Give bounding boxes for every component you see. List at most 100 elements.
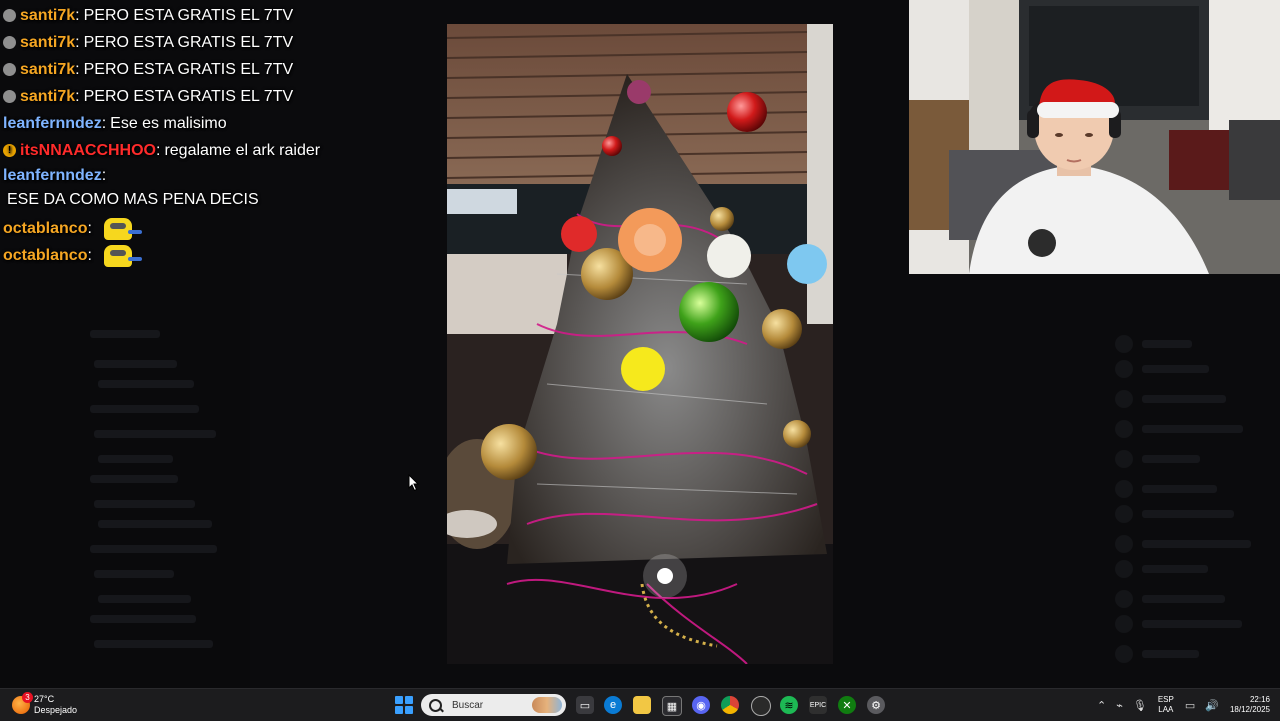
ghost-list-item — [90, 330, 160, 338]
ghost-list-item — [94, 430, 216, 438]
edge-icon[interactable]: e — [604, 696, 622, 714]
start-button[interactable] — [395, 696, 413, 714]
webcam-feed — [909, 0, 1280, 274]
ghost-list-item — [98, 520, 212, 528]
chat-badge-icon — [3, 90, 16, 103]
chat-text: regalame el ark raider — [164, 142, 321, 159]
chat-badge-icon — [3, 9, 16, 22]
ghost-avatar — [1115, 590, 1133, 608]
ghost-member-name — [1142, 425, 1243, 433]
minion-emote-icon — [98, 243, 144, 269]
chevron-up-icon[interactable]: ⌃ — [1097, 699, 1106, 712]
ghost-list-item — [90, 475, 178, 483]
search-highlight-icon — [532, 697, 562, 713]
chat-username: leanfernndez — [3, 167, 102, 184]
chat-badge-icon — [3, 63, 16, 76]
search-box[interactable]: Buscar — [421, 694, 566, 716]
spotify-icon[interactable]: ≋ — [780, 696, 798, 714]
chat-message: santi7k: PERO ESTA GRATIS EL 7TV — [3, 2, 443, 29]
chat-message: santi7k: PERO ESTA GRATIS EL 7TV — [3, 29, 443, 56]
ghost-member-name — [1142, 565, 1208, 573]
ghost-list-item — [90, 405, 199, 413]
ghost-member-name — [1142, 485, 1217, 493]
language-indicator[interactable]: ESP LAA — [1158, 695, 1174, 715]
system-tray: ⌃ ⌁ 🎙 ESP LAA ▭ 🔊 22:16 18/12/2025 — [1092, 689, 1280, 721]
weather-widget[interactable]: 3 27°C Despejado — [12, 689, 77, 721]
xbox-icon[interactable]: ✕ — [838, 696, 856, 714]
chat-username: santi7k — [20, 88, 76, 105]
ghost-avatar — [1115, 480, 1133, 498]
chat-username: santi7k — [20, 7, 76, 24]
ghost-avatar — [1115, 615, 1133, 633]
file-explorer-icon[interactable] — [633, 696, 651, 714]
store-icon[interactable]: ▦ — [662, 696, 682, 716]
ghost-list-item — [94, 500, 195, 508]
ghost-list-item — [90, 545, 217, 553]
minion-emote-icon — [98, 216, 144, 242]
ghost-avatar — [1115, 420, 1133, 438]
chat-username: santi7k — [20, 61, 76, 78]
ghost-member-name — [1142, 455, 1200, 463]
chat-text: Ese es malisimo — [110, 115, 227, 132]
chat-message: leanfernndez: ESE DA COMO MAS PENA DECIS — [3, 164, 323, 212]
ghost-member-name — [1142, 510, 1234, 518]
chat-username: leanfernndez — [3, 115, 102, 132]
ghost-member-name — [1142, 620, 1242, 628]
ghost-list-item — [94, 640, 213, 648]
chat-message: octablanco: — [3, 215, 443, 242]
christmas-tree-photo — [447, 24, 833, 664]
obs-icon[interactable] — [751, 696, 771, 716]
chat-username: octablanco — [3, 247, 88, 264]
chrome-icon[interactable] — [721, 696, 739, 714]
chat-message: santi7k: PERO ESTA GRATIS EL 7TV — [3, 56, 443, 83]
language-layout: LAA — [1158, 705, 1174, 714]
language-code: ESP — [1157, 695, 1174, 704]
chat-text: PERO ESTA GRATIS EL 7TV — [83, 7, 294, 24]
ghost-avatar — [1115, 535, 1133, 553]
clock[interactable]: 22:16 18/12/2025 — [1230, 695, 1270, 715]
ghost-avatar — [1115, 390, 1133, 408]
windows-taskbar: 3 27°C Despejado Buscar ▭ e ▦ ◉ ≋ EPIC ✕… — [0, 688, 1280, 721]
chat-message: octablanco: — [3, 242, 443, 269]
clock-time: 22:16 — [1249, 695, 1270, 704]
ghost-avatar — [1115, 645, 1133, 663]
ghost-list-item — [98, 380, 194, 388]
weather-temperature: 27°C — [34, 694, 55, 704]
discord-icon[interactable]: ◉ — [692, 696, 710, 714]
weather-icon: 3 — [12, 692, 33, 714]
network-icon[interactable]: ⌁ — [1116, 699, 1123, 712]
warning-badge-icon: ! — [3, 144, 16, 157]
chat-text: ESE DA COMO MAS PENA DECIS — [7, 191, 259, 208]
ghost-member-name — [1142, 365, 1209, 373]
task-view-icon[interactable]: ▭ — [576, 696, 594, 714]
mouse-cursor-icon — [408, 473, 420, 497]
ghost-list-item — [98, 455, 173, 463]
chat-text: PERO ESTA GRATIS EL 7TV — [83, 88, 294, 105]
chat-username: itsNNAACCHHOO — [20, 142, 156, 159]
ghost-avatar — [1115, 505, 1133, 523]
ghost-member-name — [1142, 395, 1226, 403]
microphone-icon[interactable]: 🎙 — [1133, 699, 1147, 712]
ghost-avatar — [1115, 360, 1133, 378]
ghost-list-item — [90, 615, 196, 623]
volume-icon[interactable]: 🔊 — [1205, 699, 1219, 712]
ghost-avatar — [1115, 560, 1133, 578]
display-icon[interactable]: ▭ — [1185, 699, 1195, 712]
ghost-list-item — [94, 570, 174, 578]
weather-notification-badge: 3 — [22, 692, 33, 703]
weather-description: Despejado — [34, 705, 78, 715]
chat-text: PERO ESTA GRATIS EL 7TV — [83, 61, 294, 78]
clock-date: 18/12/2025 — [1229, 705, 1270, 714]
chat-username: santi7k — [20, 34, 76, 51]
chat-message: santi7k: PERO ESTA GRATIS EL 7TV — [3, 83, 443, 110]
ghost-list-item — [94, 360, 177, 368]
ghost-member-name — [1142, 650, 1199, 658]
ghost-member-name — [1142, 540, 1251, 548]
chat-badge-icon — [3, 36, 16, 49]
ghost-avatar — [1115, 335, 1133, 353]
chat-overlay: santi7k: PERO ESTA GRATIS EL 7TV santi7k… — [3, 2, 443, 269]
epic-games-icon[interactable]: EPIC — [809, 696, 827, 714]
ghost-member-name — [1142, 340, 1192, 348]
settings-icon[interactable]: ⚙ — [867, 696, 885, 714]
chat-message: ! itsNNAACCHHOO: regalame el ark raider — [3, 137, 443, 164]
